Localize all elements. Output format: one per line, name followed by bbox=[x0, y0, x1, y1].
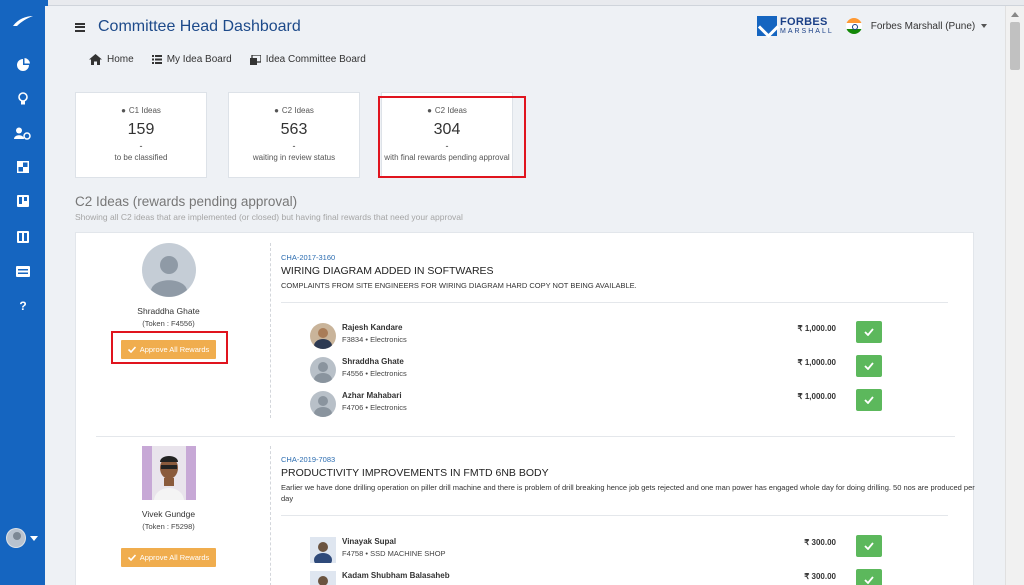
check-icon bbox=[864, 362, 874, 370]
approve-reward-button[interactable] bbox=[856, 389, 882, 411]
check-icon bbox=[127, 554, 136, 561]
main-content: Committee Head Dashboard FORBES MARSHALL… bbox=[45, 6, 1005, 585]
avatar bbox=[310, 537, 336, 563]
avatar bbox=[310, 323, 336, 349]
list-icon bbox=[151, 55, 162, 64]
sidebar-user-menu[interactable] bbox=[6, 528, 38, 548]
avatar bbox=[310, 571, 336, 585]
breadcrumb-my-idea-board[interactable]: My Idea Board bbox=[151, 54, 232, 65]
stat-description: to be classified bbox=[114, 153, 168, 162]
stat-card-c2-review[interactable]: ● C2 Ideas 563 - waiting in review status bbox=[228, 92, 360, 178]
check-icon bbox=[864, 396, 874, 404]
stat-description: waiting in review status bbox=[252, 153, 336, 162]
chevron-down-icon bbox=[30, 535, 38, 541]
submitter-name: Shraddha Ghate bbox=[137, 306, 200, 316]
submitter-photo bbox=[141, 446, 196, 500]
breadcrumb: Home My Idea Board Idea Committee Board bbox=[89, 54, 384, 65]
chevron-down-icon[interactable] bbox=[981, 24, 988, 28]
lightbulb-icon: ● bbox=[121, 106, 126, 115]
approve-reward-button[interactable] bbox=[856, 321, 882, 343]
submitter-name: Vivek Gundge bbox=[141, 509, 196, 519]
reward-amount: ₹ 1,000.00 bbox=[797, 324, 836, 333]
reward-recipient-name: Azhar Mahabari bbox=[342, 391, 402, 400]
table-icon[interactable] bbox=[0, 258, 45, 284]
brand-logo: FORBES MARSHALL bbox=[780, 16, 834, 36]
check-icon bbox=[864, 542, 874, 550]
page-title: Committee Head Dashboard bbox=[98, 18, 301, 35]
vertical-scrollbar[interactable] bbox=[1005, 6, 1024, 585]
check-icon bbox=[864, 328, 874, 336]
ideas-panel: Shraddha Ghate (Token : F4556) Approve A… bbox=[75, 232, 975, 585]
hamburger-menu-icon[interactable] bbox=[75, 22, 85, 32]
reward-row: Vinayak Supal F4758 • SSD MACHINE SHOP ₹… bbox=[310, 535, 882, 565]
reward-row: Kadam Shubham Balasaheb ₹ 300.00 bbox=[310, 569, 882, 585]
reward-recipient-name: Kadam Shubham Balasaheb bbox=[342, 571, 450, 580]
lightbulb-icon[interactable] bbox=[0, 86, 45, 112]
idea-description: COMPLAINTS FROM SITE ENGINEERS FOR WIRIN… bbox=[281, 281, 637, 290]
reward-amount: ₹ 1,000.00 bbox=[797, 392, 836, 401]
idea-separator bbox=[96, 436, 955, 437]
avatar bbox=[6, 528, 26, 548]
reward-row: Shraddha Ghate F4556 • Electronics ₹ 1,0… bbox=[310, 355, 882, 385]
svg-text:?: ? bbox=[19, 299, 26, 312]
columns-icon[interactable] bbox=[0, 224, 45, 250]
india-flag-icon bbox=[845, 18, 862, 34]
breadcrumb-idea-committee-board[interactable]: Idea Committee Board bbox=[249, 54, 366, 65]
reward-amount: ₹ 300.00 bbox=[804, 538, 836, 547]
board-icon bbox=[249, 54, 261, 65]
lightbulb-icon: ● bbox=[274, 106, 279, 115]
approve-all-rewards-button[interactable]: Approve All Rewards bbox=[120, 548, 217, 567]
idea-title: PRODUCTIVITY IMPROVEMENTS IN FMTD 6NB BO… bbox=[281, 467, 549, 479]
reward-recipient-meta: F4556 • Electronics bbox=[342, 369, 407, 378]
reward-recipient-name: Vinayak Supal bbox=[342, 537, 397, 546]
avatar bbox=[310, 357, 336, 383]
reward-recipient-meta: F4706 • Electronics bbox=[342, 403, 407, 412]
submitter-avatar bbox=[141, 243, 196, 297]
users-icon[interactable] bbox=[0, 120, 45, 146]
reward-recipient-meta: F3834 • Electronics bbox=[342, 335, 407, 344]
approve-reward-button[interactable] bbox=[856, 569, 882, 585]
scroll-up-arrow-icon[interactable] bbox=[1011, 12, 1019, 17]
stat-card-c1-ideas[interactable]: ● C1 Ideas 159 - to be classified bbox=[75, 92, 207, 178]
header-right: FORBES MARSHALL Forbes Marshall (Pune) bbox=[757, 16, 988, 36]
submitter-token: (Token : F5298) bbox=[142, 522, 195, 531]
user-menu-name[interactable]: Forbes Marshall (Pune) bbox=[871, 21, 975, 32]
approve-reward-button[interactable] bbox=[856, 535, 882, 557]
idea-id-link[interactable]: CHA-2019-7083 bbox=[281, 455, 335, 464]
idea-title: WIRING DIAGRAM ADDED IN SOFTWARES bbox=[281, 265, 494, 277]
scrollbar-thumb[interactable] bbox=[1010, 22, 1020, 70]
logo-icon[interactable] bbox=[0, 8, 45, 34]
pie-chart-icon[interactable] bbox=[0, 52, 45, 78]
section-title: C2 Ideas (rewards pending approval) bbox=[75, 194, 298, 209]
reward-row: Azhar Mahabari F4706 • Electronics ₹ 1,0… bbox=[310, 389, 882, 419]
reward-row: Rajesh Kandare F3834 • Electronics ₹ 1,0… bbox=[310, 321, 882, 351]
breadcrumb-home[interactable]: Home bbox=[89, 54, 134, 65]
help-icon[interactable]: ? bbox=[0, 292, 45, 318]
reward-recipient-name: Shraddha Ghate bbox=[342, 357, 404, 366]
sidebar: ? bbox=[0, 6, 45, 585]
idea-id-link[interactable]: CHA-2017-3160 bbox=[281, 253, 335, 262]
forbes-marshall-logo-icon bbox=[757, 16, 777, 36]
section-subtitle: Showing all C2 ideas that are implemente… bbox=[75, 212, 463, 222]
home-icon bbox=[89, 54, 102, 65]
highlight-box bbox=[111, 331, 228, 364]
reward-recipient-name: Rajesh Kandare bbox=[342, 323, 403, 332]
stat-value: 563 bbox=[280, 121, 308, 138]
submitter-block: Vivek Gundge (Token : F5298) Approve All… bbox=[76, 446, 261, 567]
reward-amount: ₹ 1,000.00 bbox=[797, 358, 836, 367]
avatar bbox=[310, 391, 336, 417]
submitter-token: (Token : F4556) bbox=[142, 319, 195, 328]
idea-description: Earlier we have done drilling operation … bbox=[281, 483, 975, 503]
approve-reward-button[interactable] bbox=[856, 355, 882, 377]
kanban-icon[interactable] bbox=[0, 188, 45, 214]
reward-recipient-meta: F4758 • SSD MACHINE SHOP bbox=[342, 549, 446, 558]
stat-value: 159 bbox=[127, 121, 155, 138]
check-icon bbox=[864, 576, 874, 584]
reward-amount: ₹ 300.00 bbox=[804, 572, 836, 581]
grid-icon[interactable] bbox=[0, 154, 45, 180]
highlight-box bbox=[378, 96, 526, 178]
